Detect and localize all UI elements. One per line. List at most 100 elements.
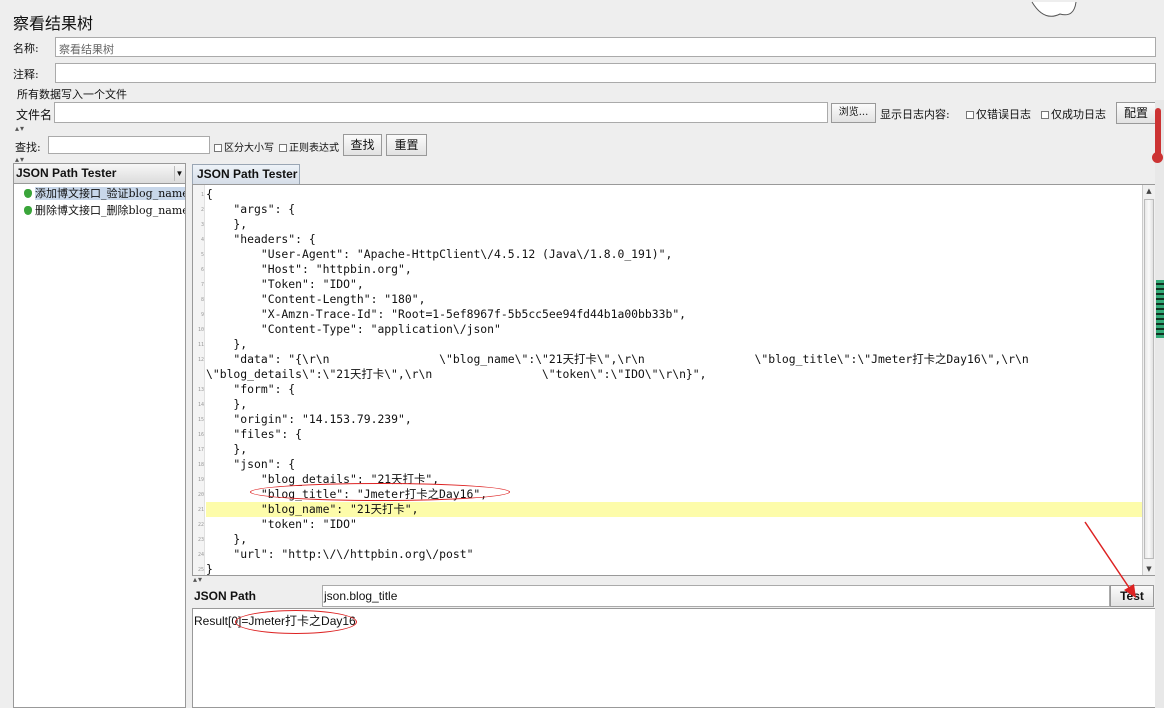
browse-button[interactable]: 浏览...: [831, 103, 876, 123]
line-number: 14: [197, 402, 204, 408]
code-line: "url": "http:\/\/httpbin.org\/post": [206, 547, 474, 561]
code-line: "json": {: [206, 457, 296, 471]
regex-label: 正则表达式: [289, 143, 339, 154]
tree-item-delete-blog[interactable]: 删除博文接口_删除blog_name: [24, 203, 185, 219]
checkbox-box[interactable]: [214, 144, 222, 152]
scroll-thumb[interactable]: [1144, 199, 1154, 559]
code-line: "User-Agent": "Apache-HttpClient\/4.5.12…: [206, 247, 673, 261]
vertical-scrollbar[interactable]: ▲ ▼: [1142, 185, 1155, 575]
code-line: "args": {: [206, 202, 296, 216]
line-number: 6: [200, 267, 204, 273]
expression-input[interactable]: json.blog_title: [322, 585, 1110, 607]
scroll-up-icon[interactable]: ▲: [1143, 185, 1155, 197]
outer-scrollbar[interactable]: [1155, 100, 1164, 708]
code-line: "Content-Type": "application\/json": [206, 322, 501, 336]
line-number: 11: [197, 342, 204, 348]
code-line: },: [206, 337, 248, 351]
splitter-handle[interactable]: ▴▾: [15, 124, 25, 133]
splitter-handle[interactable]: ▴▾: [193, 575, 203, 584]
level-meter-icon: [1156, 280, 1164, 338]
case-sensitive-checkbox[interactable]: 区分大小写: [214, 139, 274, 154]
tree-item-label: 添加博文接口_验证blog_name: [35, 187, 185, 200]
line-number: 23: [197, 537, 204, 543]
code-line: \"blog_details\":\"21天打卡\",\r\n \"token\…: [206, 367, 707, 381]
filename-label: 文件名: [16, 108, 53, 122]
code-line: "Host": "httpbin.org",: [206, 262, 412, 276]
response-json-view[interactable]: 1 2 3 4 5 6 7 8 9 10 11 12 13 14 15 16 17 18 19 20 21 22 23 24 2…: [192, 184, 1156, 576]
line-number: 9: [200, 312, 204, 318]
code-line: "data": "{\r\n \"blog_name\":\"21天打卡\",\…: [206, 352, 1029, 366]
line-number: 15: [197, 417, 204, 423]
comment-label: 注释:: [13, 68, 39, 81]
page-title: 察看结果树: [13, 14, 94, 33]
code-line: "form": {: [206, 382, 296, 396]
line-number: 13: [197, 387, 204, 393]
filename-field[interactable]: [54, 102, 828, 123]
comment-field[interactable]: [55, 63, 1156, 83]
thermometer-bulb-icon: [1152, 152, 1163, 163]
errors-only-label: 仅错误日志: [976, 108, 1031, 121]
regex-checkbox[interactable]: 正则表达式: [279, 139, 339, 154]
annotation-arrow: [1084, 521, 1136, 598]
find-button[interactable]: 查找: [343, 134, 382, 156]
mascot-icon: [1031, 1, 1077, 17]
code-line: },: [206, 217, 248, 231]
code-line: "token": "IDO": [206, 517, 357, 531]
annotation-ellipse: [250, 483, 510, 501]
line-number: 2: [200, 207, 204, 213]
tree-item-add-blog[interactable]: 添加博文接口_验证blog_name: [24, 186, 185, 202]
success-only-checkbox[interactable]: 仅成功日志: [1041, 106, 1106, 122]
line-number: 7: [200, 282, 204, 288]
thermometer-icon: [1155, 108, 1161, 156]
errors-only-checkbox[interactable]: 仅错误日志: [966, 106, 1031, 122]
tab-json-path-tester[interactable]: JSON Path Tester: [192, 164, 300, 184]
code-line: "files": {: [206, 427, 303, 441]
line-number: 22: [197, 522, 204, 528]
line-number: 1: [200, 192, 204, 198]
code-line: "origin": "14.153.79.239",: [206, 412, 412, 426]
search-label: 查找:: [15, 141, 41, 154]
code-line: "X-Amzn-Trace-Id": "Root=1-5ef8967f-5b5c…: [206, 307, 687, 321]
line-number: 19: [197, 477, 204, 483]
name-label: 名称:: [13, 42, 39, 55]
code-line: "Token": "IDO",: [206, 277, 364, 291]
log-content-label: 显示日志内容:: [880, 108, 950, 121]
reset-button[interactable]: 重置: [386, 134, 427, 156]
code-line: },: [206, 397, 248, 411]
configure-button[interactable]: 配置: [1116, 102, 1156, 124]
expression-label: JSON Path Expression: [194, 589, 259, 625]
line-number: 24: [197, 552, 204, 558]
result-tree-pane: JSON Path Tester ▼ 添加博文接口_验证blog_name 删除…: [13, 163, 186, 708]
line-number: 21: [197, 507, 204, 513]
code-line: },: [206, 532, 248, 546]
line-number: 18: [197, 462, 204, 468]
chevron-down-icon[interactable]: ▼: [174, 166, 184, 181]
search-input[interactable]: [48, 136, 210, 154]
code-line: {: [206, 187, 213, 201]
line-number: 25: [197, 567, 204, 573]
line-number: 17: [197, 447, 204, 453]
success-shield-icon: [24, 206, 32, 215]
renderer-select[interactable]: JSON Path Tester ▼: [14, 164, 185, 184]
write-all-title: 所有数据写入一个文件: [17, 88, 127, 101]
code-line: "headers": {: [206, 232, 316, 246]
checkbox-box[interactable]: [279, 144, 287, 152]
checkbox-box[interactable]: [1041, 111, 1049, 119]
line-number-gutter: 1 2 3 4 5 6 7 8 9 10 11 12 13 14 15 16 17 18 19 20 21 22 23 24 2…: [193, 185, 205, 575]
line-number: 5: [200, 252, 204, 258]
line-number: 3: [200, 222, 204, 228]
code-line: "Content-Length": "180",: [206, 292, 426, 306]
line-number: 20: [197, 492, 204, 498]
success-only-label: 仅成功日志: [1051, 108, 1106, 121]
success-shield-icon: [24, 189, 32, 198]
annotation-ellipse: [235, 610, 357, 634]
renderer-label: JSON Path Tester: [16, 166, 117, 180]
tree-item-label: 删除博文接口_删除blog_name: [35, 204, 185, 217]
line-number: 8: [200, 297, 204, 303]
checkbox-box[interactable]: [966, 111, 974, 119]
code-line: }: [206, 562, 213, 576]
code-line: },: [206, 442, 248, 456]
line-number: 10: [197, 327, 204, 333]
name-field[interactable]: 察看结果树: [55, 37, 1156, 57]
case-sensitive-label: 区分大小写: [224, 143, 274, 154]
